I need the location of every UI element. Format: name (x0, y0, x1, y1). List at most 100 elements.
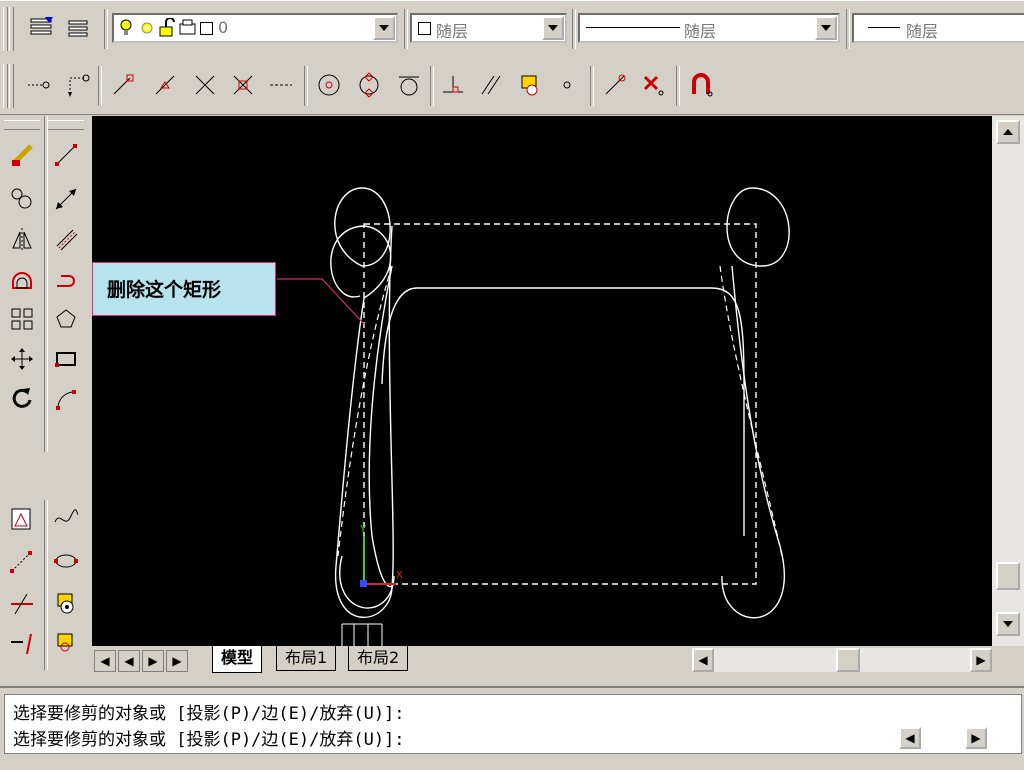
chevron-down-icon[interactable] (373, 16, 395, 40)
ellipse-icon[interactable] (46, 542, 86, 580)
rectangle-icon[interactable] (46, 340, 86, 378)
rotate-icon[interactable] (2, 380, 42, 418)
last-tab-button[interactable]: ▶ (166, 650, 188, 672)
linetype-control-dropdown[interactable]: 随层 (578, 13, 840, 43)
snap-to-endpoint-icon[interactable] (106, 68, 140, 102)
move-icon[interactable] (2, 340, 42, 378)
inner-rounded-rect (381, 287, 745, 536)
toolbar-grip[interactable] (3, 64, 8, 108)
layer-control-dropdown[interactable]: 0 (112, 13, 398, 43)
multiline-icon[interactable] (46, 220, 86, 258)
hscroll-thumb[interactable] (836, 648, 860, 672)
snap-to-apparent-intersect-icon[interactable] (226, 68, 260, 102)
line-icon[interactable] (46, 136, 86, 174)
command-line-2[interactable]: 选择要修剪的对象或 [投影(P)/边(E)/放弃(U)]: (13, 725, 405, 750)
polygon-icon[interactable] (46, 300, 86, 338)
layer-color-swatch (200, 22, 213, 35)
toolbar-grip[interactable] (9, 7, 14, 51)
paper-space-marker (341, 623, 383, 646)
scroll-right-button[interactable]: ▶ (970, 648, 992, 672)
arc-icon[interactable] (46, 380, 86, 418)
make-object-layer-current-icon[interactable] (62, 11, 94, 43)
drawing-area[interactable]: Y X 删除这个矩形 (92, 116, 992, 646)
layers-properties-toolbar: 0 随层 随层 随层 (0, 0, 1024, 59)
snap-to-tangent-icon[interactable] (392, 68, 426, 102)
command-window[interactable]: 选择要修剪的对象或 [投影(P)/边(E)/放弃(U)]: 选择要修剪的对象或 … (0, 686, 1024, 770)
linetype-preview (586, 27, 680, 28)
outer-profile-left (334, 187, 391, 267)
left-toolbar-upper (0, 116, 92, 452)
snap-to-nearest-icon[interactable] (598, 68, 632, 102)
chevron-down-icon[interactable] (815, 16, 837, 40)
next-tab-button[interactable]: ▶ (142, 650, 164, 672)
snap-to-parallel-icon[interactable] (474, 68, 508, 102)
snap-to-node-icon[interactable] (550, 68, 584, 102)
scroll-up-button[interactable] (996, 120, 1020, 144)
erase-icon[interactable] (2, 136, 42, 174)
extend-icon[interactable] (2, 624, 42, 662)
command-scroll-left[interactable]: ◀ (899, 727, 921, 749)
tab-layout2[interactable]: 布局2 (348, 646, 409, 671)
tab-model[interactable]: 模型 (212, 646, 263, 673)
make-block-icon[interactable] (46, 624, 86, 662)
horizontal-scrollbar[interactable]: ◀ ▶ (692, 648, 992, 672)
callout-text: 删除这个矩形 (107, 279, 222, 301)
chevron-down-icon[interactable] (542, 16, 564, 40)
layer-manager-icon[interactable] (26, 11, 58, 43)
toolbar-grip[interactable] (3, 7, 8, 51)
mirror-icon[interactable] (2, 220, 42, 258)
snap-to-center-icon[interactable] (312, 68, 346, 102)
right-leg (721, 265, 786, 619)
tab-layout2-label: 布局2 (357, 648, 400, 667)
ucs-x-label: X (396, 570, 403, 581)
trim-icon[interactable] (2, 584, 42, 622)
spline-icon[interactable] (46, 500, 86, 538)
command-line-1: 选择要修剪的对象或 [投影(P)/边(E)/放弃(U)]: (13, 704, 405, 724)
color-value: 随层 (436, 22, 469, 41)
snap-to-insert-icon[interactable] (512, 68, 546, 102)
command-scroll-right[interactable]: ▶ (965, 727, 987, 749)
snap-to-none-icon[interactable] (636, 68, 670, 102)
dashed-rectangle (363, 223, 757, 585)
object-snap-settings-icon[interactable] (684, 68, 718, 102)
stretch-icon[interactable] (2, 542, 42, 580)
scroll-down-button[interactable] (996, 612, 1020, 636)
insert-block-icon[interactable] (46, 584, 86, 622)
layout-tab-bar: ◀ ◀ ▶ ▶ 模型 布局1 布局2 ◀ ▶ (92, 646, 1024, 676)
color-swatch (418, 22, 431, 35)
layer-name: 0 (218, 18, 229, 37)
lineweight-value: 随层 (906, 22, 939, 41)
toolbar-grip[interactable] (9, 64, 14, 108)
tab-model-label: 模型 (221, 648, 254, 667)
snap-to-perpendicular-icon[interactable] (436, 68, 470, 102)
layer-plot-icon[interactable] (178, 18, 198, 42)
color-control-dropdown[interactable]: 随层 (410, 13, 567, 43)
snap-to-quadrant-icon[interactable] (352, 68, 386, 102)
left-leg (368, 265, 393, 588)
scale-icon[interactable] (2, 500, 42, 538)
callout-box: 删除这个矩形 (92, 262, 276, 316)
lineweight-preview (868, 27, 900, 28)
temporary-tracking-point-icon[interactable] (24, 68, 54, 102)
layer-unlock-icon[interactable] (158, 17, 176, 42)
polyline-icon[interactable] (46, 260, 86, 298)
snap-to-intersection-icon[interactable] (188, 68, 222, 102)
snap-to-midpoint-icon[interactable] (148, 68, 182, 102)
tab-layout1[interactable]: 布局1 (276, 646, 337, 671)
vertical-scrollbar[interactable] (992, 116, 1024, 646)
copy-object-icon[interactable] (2, 180, 42, 218)
lineweight-control-dropdown[interactable]: 随层 (852, 13, 1024, 43)
first-tab-button[interactable]: ◀ (94, 650, 116, 672)
layer-thaw-icon[interactable] (138, 18, 156, 42)
scroll-thumb[interactable] (996, 562, 1020, 590)
prev-tab-button[interactable]: ◀ (118, 650, 140, 672)
array-icon[interactable] (2, 300, 42, 338)
construction-line-icon[interactable] (46, 180, 86, 218)
snap-from-icon[interactable] (62, 68, 92, 102)
layer-on-icon[interactable] (118, 18, 134, 42)
ucs-icon: Y X (359, 524, 403, 587)
command-history: 选择要修剪的对象或 [投影(P)/边(E)/放弃(U)]: 选择要修剪的对象或 … (4, 694, 1022, 754)
offset-icon[interactable] (2, 260, 42, 298)
snap-to-extension-icon[interactable] (264, 68, 298, 102)
scroll-left-button[interactable]: ◀ (692, 648, 714, 672)
